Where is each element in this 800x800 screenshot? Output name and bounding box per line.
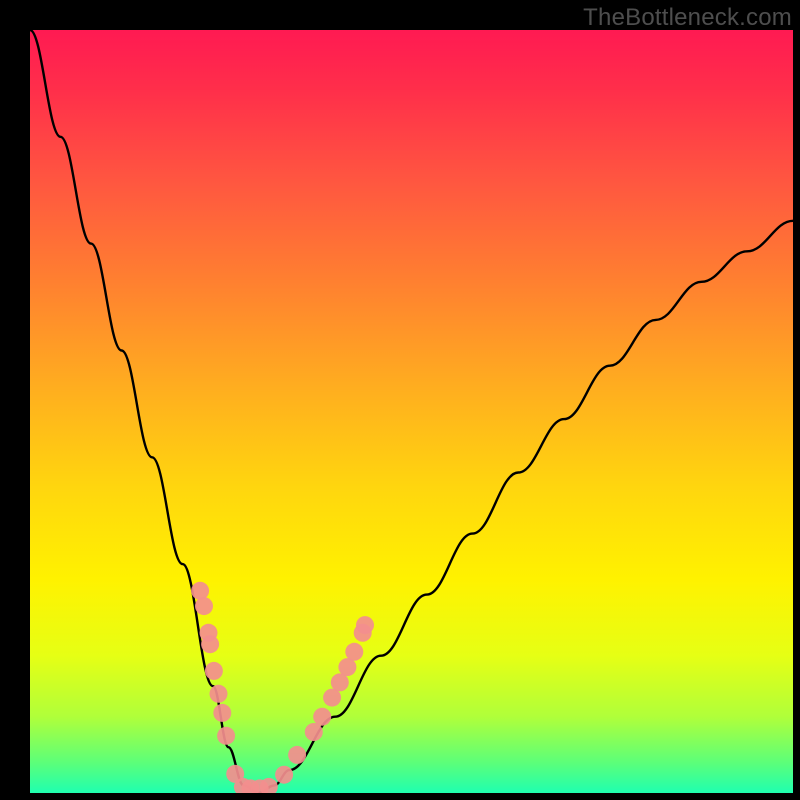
highlight-marker [313,708,331,726]
chart-svg [30,30,793,793]
highlight-marker [217,727,235,745]
chart-frame: TheBottleneck.com [0,0,800,800]
highlight-marker [345,643,363,661]
highlight-marker [338,658,356,676]
highlight-marker [201,635,219,653]
highlight-marker [323,689,341,707]
highlight-marker [205,662,223,680]
highlight-marker [195,597,213,615]
watermark-label: TheBottleneck.com [583,4,792,32]
highlight-marker [331,673,349,691]
highlight-marker [275,766,293,784]
highlight-marker [305,723,323,741]
plot-area [30,30,793,793]
highlight-marker [191,582,209,600]
highlight-marker [210,685,228,703]
bottleneck-curve [30,30,793,793]
highlight-marker [356,616,374,634]
highlight-markers [191,582,374,793]
highlight-marker [213,704,231,722]
curve-path [30,30,793,793]
highlight-marker [288,746,306,764]
